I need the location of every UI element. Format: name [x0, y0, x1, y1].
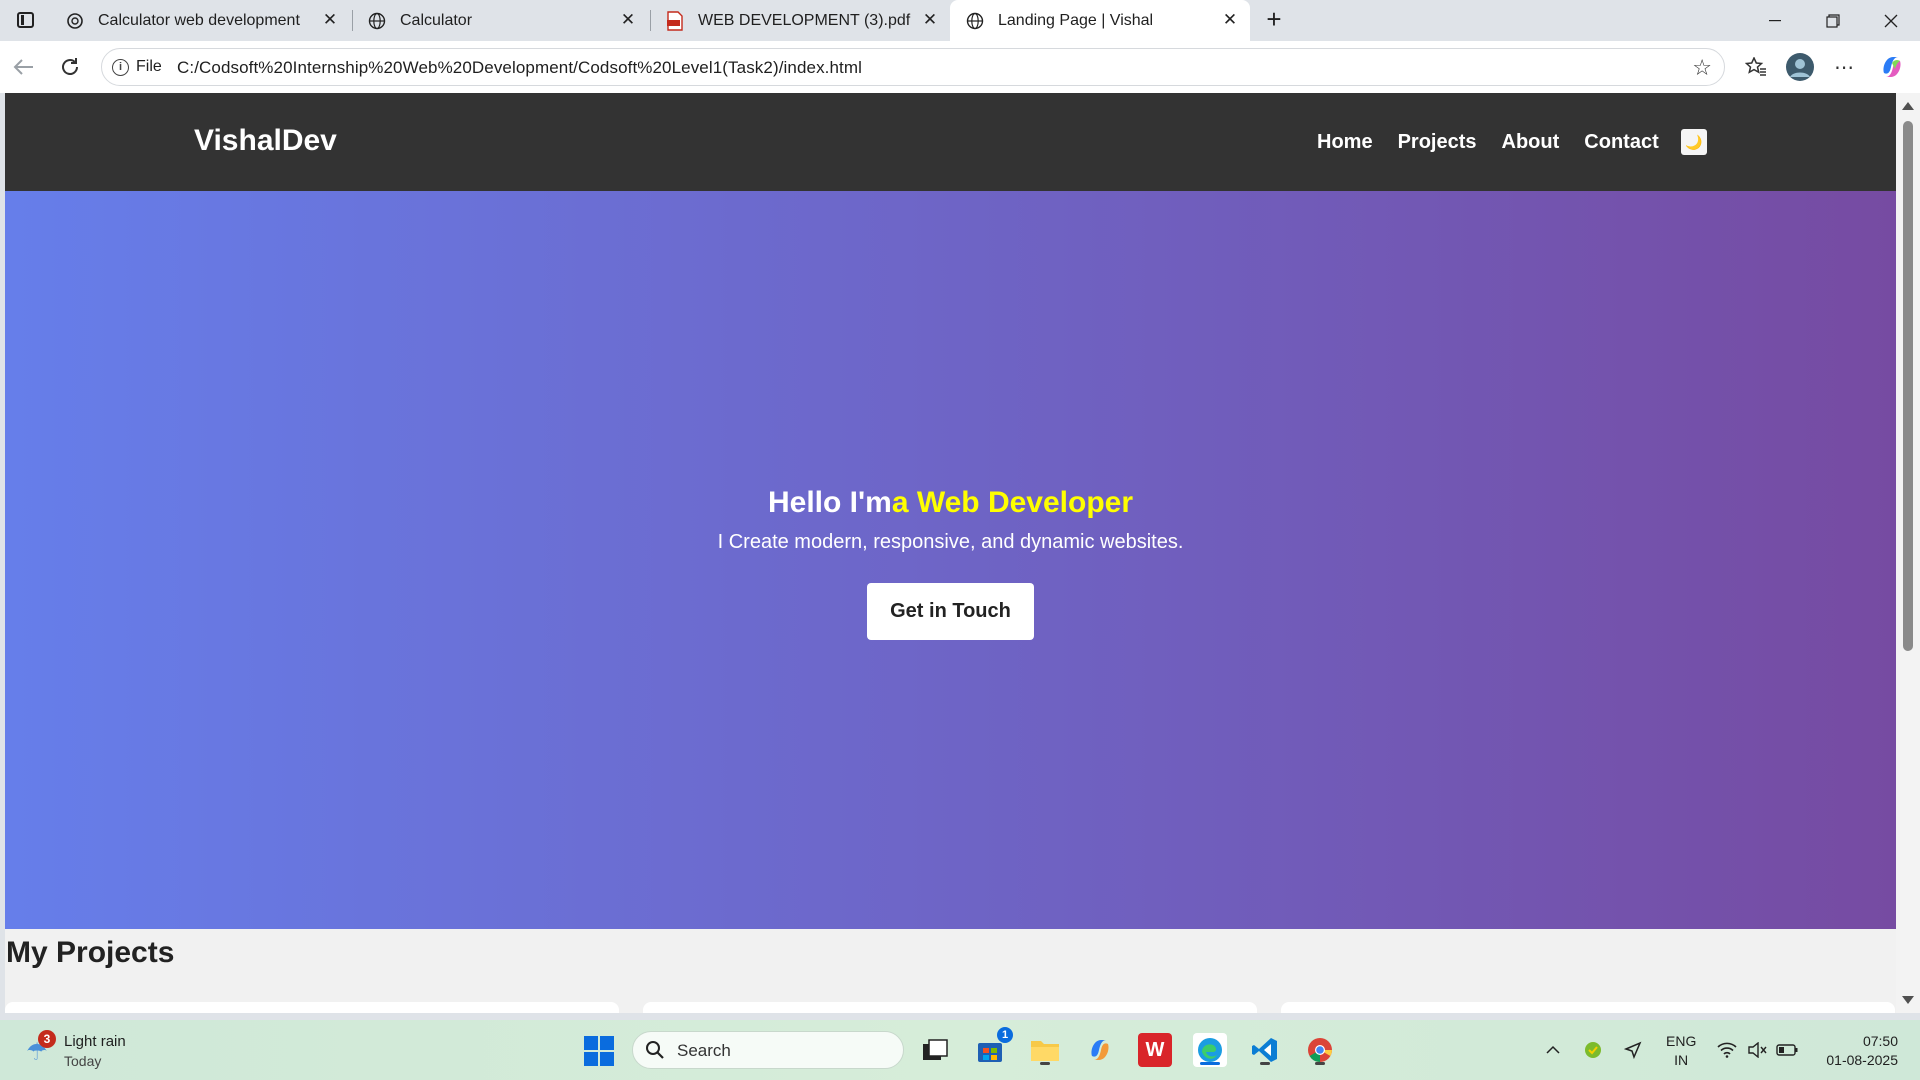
running-indicator [1260, 1062, 1270, 1065]
tray-app-icon[interactable] [1582, 1039, 1604, 1061]
hero-subtitle: I Create modern, responsive, and dynamic… [717, 531, 1184, 553]
windows-logo-icon [584, 1052, 598, 1066]
copilot-icon[interactable] [1876, 51, 1908, 83]
scroll-thumb[interactable] [1903, 121, 1913, 651]
project-card[interactable] [5, 1002, 619, 1013]
moon-icon: 🌙 [1685, 133, 1703, 150]
nav-contact-link[interactable]: Contact [1584, 131, 1658, 154]
nav-home-link[interactable]: Home [1317, 131, 1373, 154]
task-view-icon[interactable] [918, 1033, 952, 1067]
language-code: ENG [1666, 1033, 1697, 1049]
tab-calculator-web-development[interactable]: Calculator web development ✕ [50, 0, 350, 41]
scheme-label: File [136, 58, 162, 75]
close-icon[interactable]: ✕ [920, 10, 940, 30]
weather-condition: Light rain [64, 1033, 126, 1050]
tab-title: Landing Page | Vishal [998, 11, 1154, 29]
file-explorer-icon[interactable] [1028, 1033, 1062, 1067]
chrome-icon[interactable] [1303, 1033, 1337, 1067]
tab-actions-button[interactable] [10, 8, 40, 32]
nav-about-link[interactable]: About [1502, 131, 1560, 154]
location-icon[interactable] [1622, 1039, 1644, 1061]
nav-projects-link[interactable]: Projects [1398, 131, 1477, 154]
close-icon[interactable]: ✕ [1220, 10, 1240, 30]
globe-icon [966, 12, 984, 30]
system-clock[interactable]: 07:50 01-08-2025 [1812, 1032, 1898, 1070]
windows-logo-icon [600, 1036, 614, 1050]
reload-button[interactable] [54, 51, 86, 83]
close-icon[interactable]: ✕ [320, 10, 340, 30]
page-scrollbar[interactable] [1896, 93, 1920, 1013]
tab-calculator[interactable]: Calculator ✕ [352, 0, 648, 41]
site-info-icon[interactable]: i [112, 59, 129, 76]
taskbar-search[interactable]: Search [632, 1031, 904, 1069]
microsoft-store-icon[interactable]: 1 [973, 1027, 1013, 1067]
edge-browser-icon[interactable] [1193, 1033, 1227, 1067]
scroll-up-arrow-icon[interactable] [1902, 102, 1914, 110]
hero-section: Hello I'ma Web Developer I Create modern… [5, 191, 1896, 929]
tab-title: Calculator web development [98, 11, 300, 29]
wifi-icon[interactable] [1716, 1039, 1738, 1061]
copilot-app-icon[interactable] [1083, 1033, 1117, 1067]
wps-office-icon[interactable]: W [1138, 1033, 1172, 1067]
weather-widget[interactable]: ☂ 3 Light rain Today [22, 1030, 182, 1072]
close-icon[interactable]: ✕ [618, 10, 638, 30]
globe-icon [368, 12, 386, 30]
browser-toolbar: i File C:/Codsoft%20Internship%20Web%20D… [0, 41, 1920, 93]
url-text[interactable]: C:/Codsoft%20Internship%20Web%20Developm… [177, 58, 862, 78]
hero-title-accent: a Web Developer [891, 486, 1134, 519]
openai-icon [66, 12, 84, 30]
show-hidden-icons-chevron-icon[interactable] [1542, 1039, 1564, 1061]
volume-muted-icon[interactable] [1746, 1039, 1768, 1061]
running-indicator [1315, 1062, 1325, 1065]
language-region: IN [1674, 1052, 1689, 1068]
tab-title: WEB DEVELOPMENT (3).pdf [698, 11, 911, 29]
hero-title: Hello I'ma Web Developer [5, 486, 1896, 520]
tab-web-development-pdf[interactable]: WEB DEVELOPMENT (3).pdf ✕ [650, 0, 950, 41]
theme-toggle-button[interactable]: 🌙 [1681, 129, 1707, 155]
battery-icon[interactable] [1776, 1039, 1798, 1061]
weather-alert-badge: 3 [38, 1030, 56, 1048]
new-tab-button[interactable]: + [1260, 6, 1288, 34]
profile-avatar[interactable] [1784, 51, 1816, 83]
tab-landing-page[interactable]: Landing Page | Vishal ✕ [950, 0, 1250, 41]
clock-date: 01-08-2025 [1826, 1052, 1898, 1068]
start-button[interactable] [584, 1036, 614, 1066]
windows-taskbar: ☂ 3 Light rain Today Search 1 W ENG IN 0… [0, 1020, 1920, 1080]
windows-logo-icon [584, 1036, 598, 1050]
hero-title-prefix: Hello I'm [767, 486, 892, 519]
restore-button[interactable] [1804, 0, 1862, 41]
star-icon[interactable]: ☆ [1692, 55, 1712, 81]
input-language-indicator[interactable]: ENG IN [1666, 1032, 1696, 1070]
weather-day: Today [64, 1053, 102, 1069]
more-options-icon[interactable]: ⋯ [1828, 51, 1860, 83]
site-nav-links: Home Projects About Contact [1317, 131, 1684, 154]
sidebar-toggle-icon [16, 12, 34, 28]
pdf-icon [666, 10, 684, 31]
search-placeholder: Search [677, 1041, 731, 1060]
browser-tab-strip: Calculator web development ✕ Calculator … [0, 0, 1920, 41]
project-card[interactable] [1281, 1002, 1895, 1013]
clock-time: 07:50 [1862, 1033, 1898, 1049]
tab-title: Calculator [400, 11, 473, 29]
back-button[interactable] [8, 51, 40, 83]
favorites-icon[interactable] [1740, 51, 1772, 83]
search-icon [646, 1041, 664, 1059]
running-indicator [1040, 1062, 1050, 1065]
site-navbar: VishalDev Home Projects About Contact 🌙 [5, 93, 1896, 191]
page-viewport: VishalDev Home Projects About Contact 🌙 … [5, 93, 1896, 1013]
windows-logo-icon [600, 1052, 614, 1066]
site-logo[interactable]: VishalDev [194, 124, 337, 158]
vscode-icon[interactable] [1248, 1033, 1282, 1067]
address-bar[interactable]: i File C:/Codsoft%20Internship%20Web%20D… [101, 48, 1725, 86]
projects-heading: My Projects [6, 936, 175, 969]
close-window-button[interactable] [1862, 0, 1920, 41]
minimize-button[interactable] [1746, 0, 1804, 41]
project-card[interactable] [643, 1002, 1257, 1013]
get-in-touch-button[interactable]: Get in Touch [867, 583, 1034, 640]
active-indicator [1200, 1062, 1220, 1065]
scroll-down-arrow-icon[interactable] [1902, 996, 1914, 1004]
store-notification-badge: 1 [997, 1027, 1013, 1043]
